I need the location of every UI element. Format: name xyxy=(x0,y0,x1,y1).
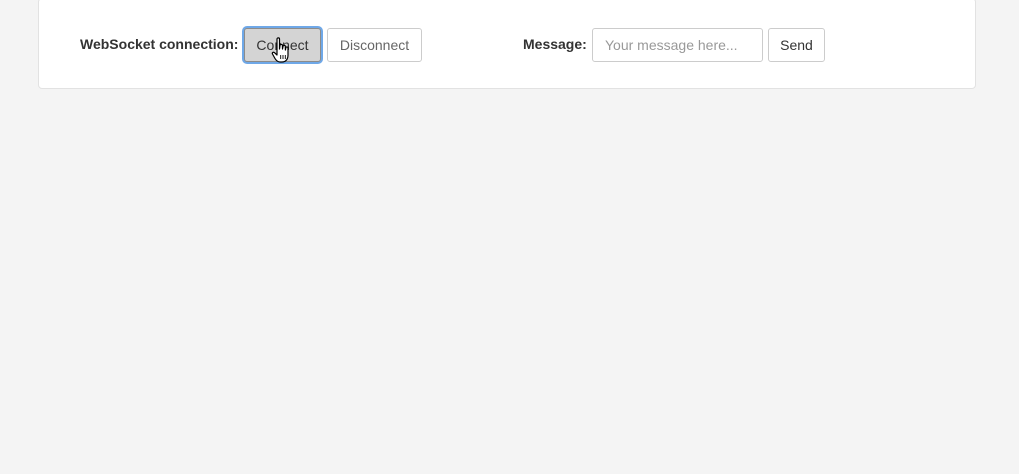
message-label: Message: xyxy=(523,36,587,52)
message-input[interactable] xyxy=(592,28,763,62)
connect-button[interactable]: Connect xyxy=(244,28,321,62)
control-panel: WebSocket connection: Connect Disconnect… xyxy=(38,0,976,89)
send-button[interactable]: Send xyxy=(768,28,825,62)
websocket-connection-label: WebSocket connection: xyxy=(80,36,239,52)
disconnect-button[interactable]: Disconnect xyxy=(327,28,422,62)
